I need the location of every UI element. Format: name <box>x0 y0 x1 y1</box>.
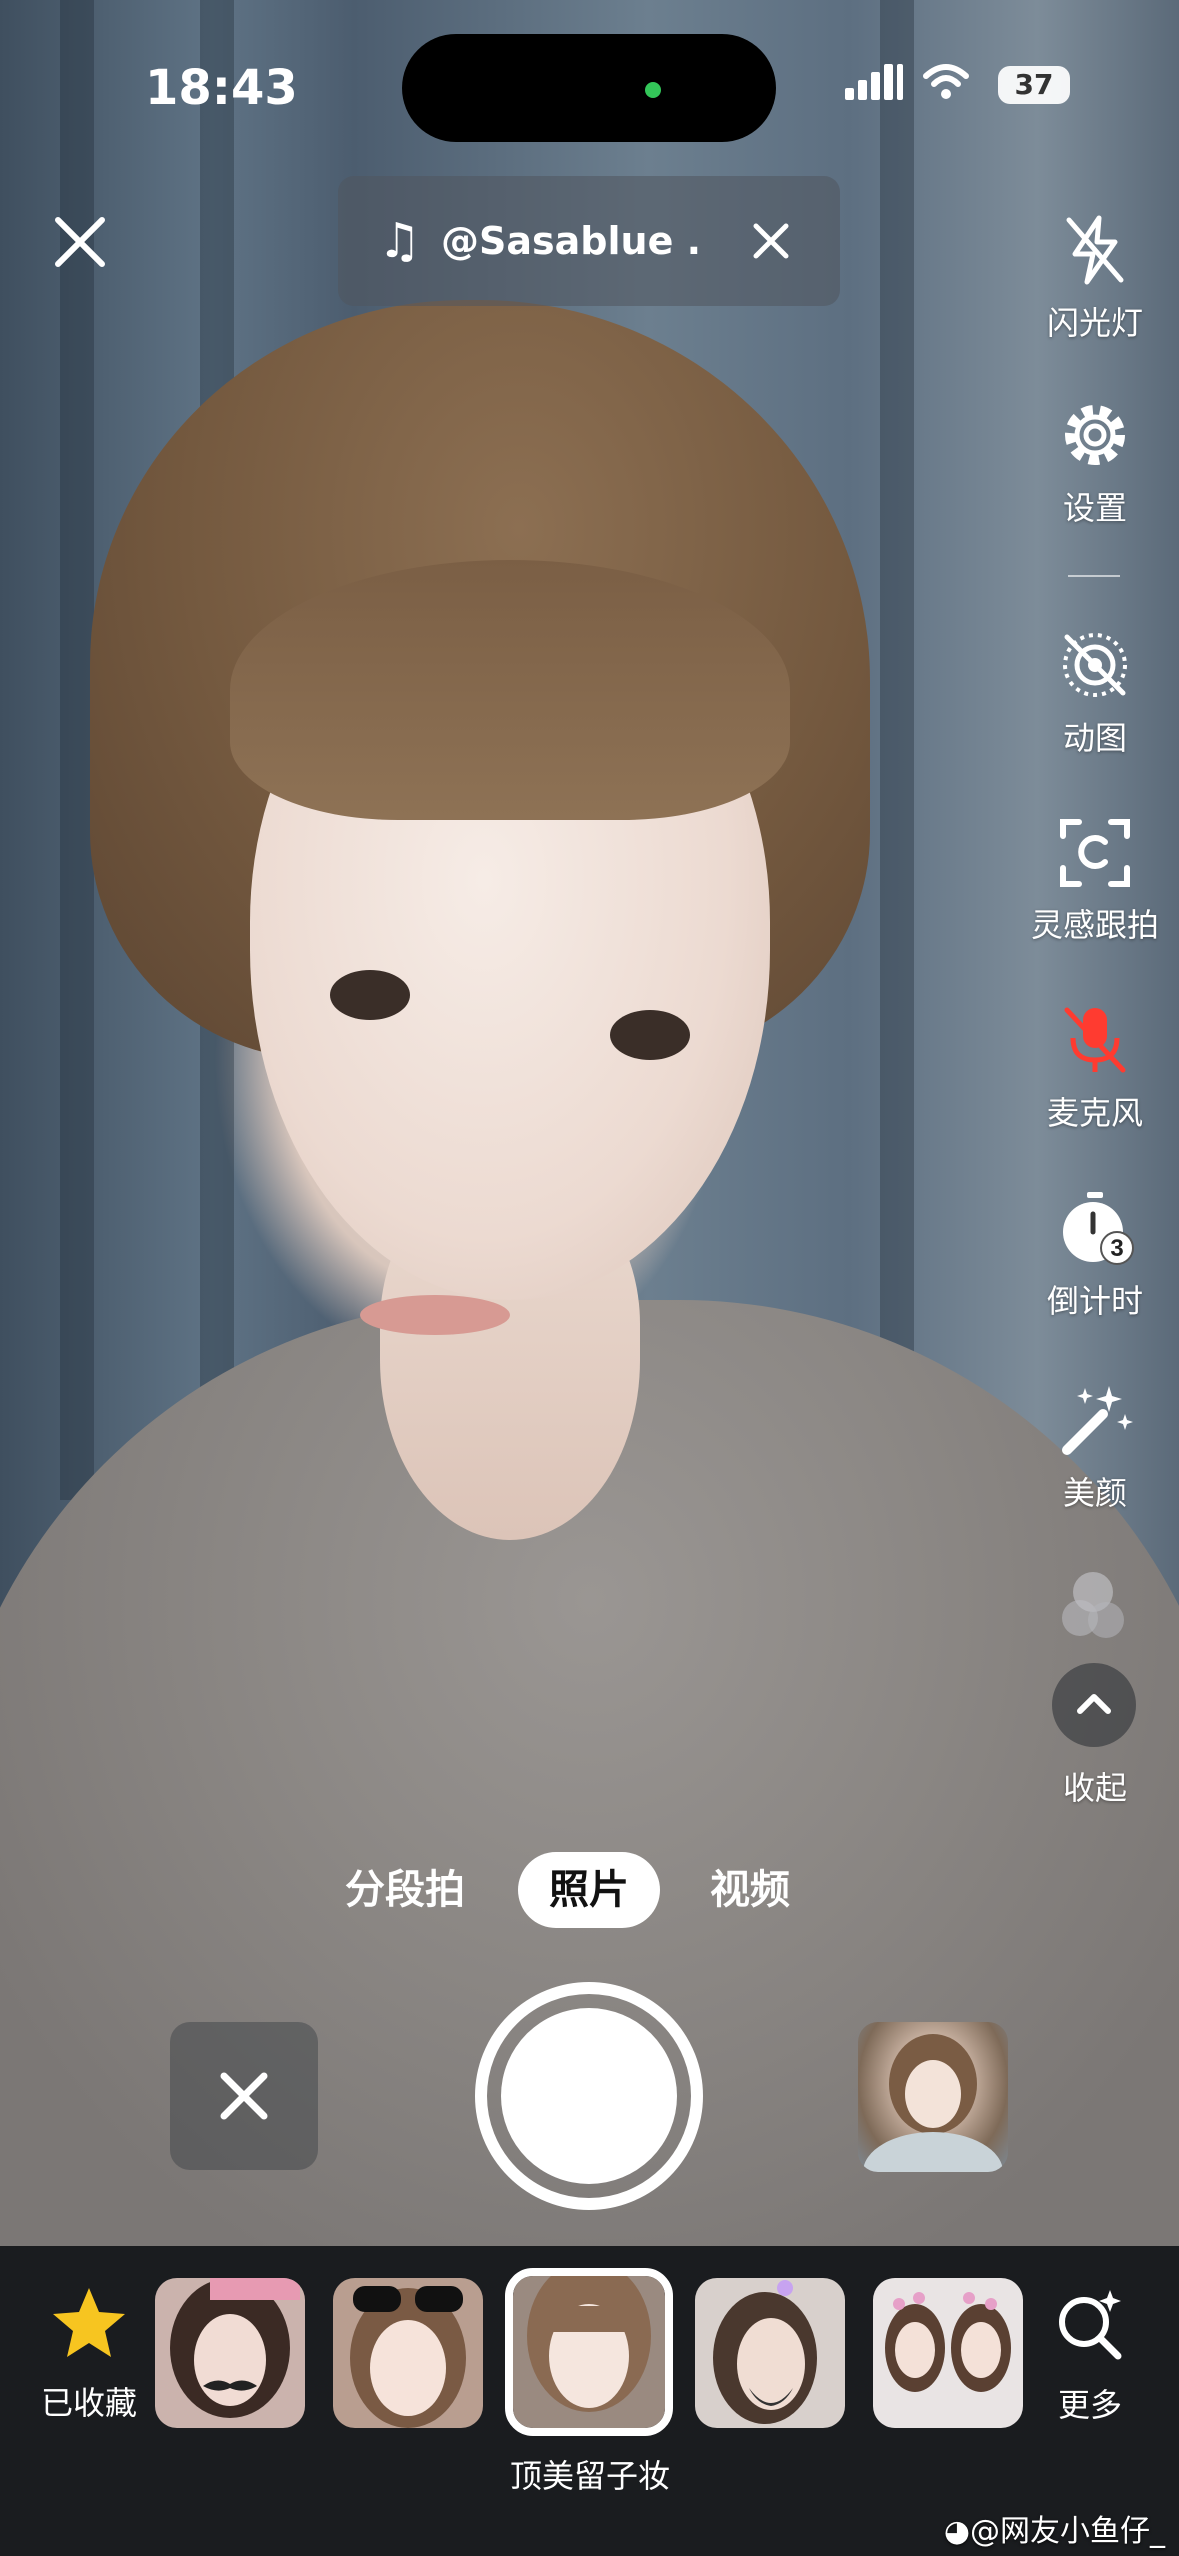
cellular-signal-icon <box>845 64 903 100</box>
sparkle-search-icon <box>1059 2290 1122 2360</box>
beauty-label: 美颜 <box>1062 1474 1127 1512</box>
subject-lips <box>360 1295 510 1335</box>
subject-eye <box>330 970 410 1020</box>
effect-thumbnail[interactable] <box>333 2278 483 2428</box>
effect-thumbnail[interactable] <box>873 2278 1023 2428</box>
effect-thumbnail-selected[interactable] <box>505 2268 673 2436</box>
watermark-text: @网友小鱼仔_ <box>970 2514 1165 2549</box>
mode-segment[interactable]: 分段拍 <box>330 1852 480 1928</box>
filter-stack-icon[interactable] <box>1058 1570 1128 1650</box>
gallery-preview-image <box>863 2034 1003 2172</box>
curtain-fold <box>880 0 914 1500</box>
timer-icon: 3 <box>1063 1192 1134 1265</box>
flash-label: 闪光灯 <box>1046 304 1143 342</box>
effect-thumbnail[interactable] <box>155 2278 305 2428</box>
effect-preview-makeup <box>513 2276 665 2428</box>
shutter-inner <box>501 2008 677 2184</box>
chevron-up-icon <box>1077 1694 1111 1714</box>
effect-preview-twins <box>873 2278 1023 2428</box>
more-effects-button[interactable]: 更多 <box>1040 2284 1140 2426</box>
settings-button[interactable]: 设置 <box>1020 395 1170 529</box>
watermark: ◕@网友小鱼仔_ <box>944 2506 1165 2550</box>
timer-seconds-badge: 3 <box>1110 1235 1123 1262</box>
mode-photo[interactable]: 照片 <box>518 1852 660 1928</box>
scan-frame-icon <box>1060 819 1130 887</box>
mode-video[interactable]: 视频 <box>695 1852 805 1928</box>
gif-button[interactable]: 动图 <box>1020 625 1170 759</box>
effect-preview-sunglasses <box>333 2278 483 2428</box>
camera-active-indicator <box>645 82 661 98</box>
tools-divider <box>1068 575 1120 577</box>
collapse-label-wrap: 收起 <box>1020 1755 1170 1809</box>
mic-label: 麦克风 <box>1046 1094 1143 1132</box>
close-camera-button[interactable] <box>50 212 110 272</box>
settings-label: 设置 <box>1062 489 1127 527</box>
shutter-button[interactable] <box>475 1982 703 2210</box>
effect-thumbnail[interactable] <box>695 2278 845 2428</box>
discard-effect-button[interactable] <box>170 2022 318 2170</box>
effect-preview-beard <box>695 2278 845 2428</box>
music-title: @Sasablue ... <box>441 219 702 263</box>
collapse-label: 收起 <box>1062 1769 1127 1807</box>
gif-label: 动图 <box>1062 719 1127 757</box>
more-label: 更多 <box>1057 2386 1122 2424</box>
flash-button[interactable]: 闪光灯 <box>1020 210 1170 344</box>
effect-preview-mustache <box>155 2278 305 2428</box>
battery-indicator: 37 <box>998 66 1070 104</box>
star-icon <box>53 2288 125 2357</box>
timer-label: 倒计时 <box>1046 1282 1143 1320</box>
live-photo-off-icon <box>1063 633 1127 697</box>
subject-fringe <box>230 560 790 820</box>
beauty-button[interactable]: 美颜 <box>1020 1380 1170 1514</box>
magic-wand-icon <box>1062 1386 1133 1455</box>
music-note-icon: ♫ <box>378 213 422 269</box>
effects-bar: 已收藏 顶美留子妆 更多 ◕@网友小鱼仔_ <box>0 2246 1179 2556</box>
subject-eye <box>610 1010 690 1060</box>
capture-mode-selector: 分段拍 照片 视频 <box>0 1852 1179 1932</box>
gear-icon <box>1065 405 1125 465</box>
music-selector[interactable]: ♫ @Sasablue ... <box>338 176 840 306</box>
mic-button[interactable]: 麦克风 <box>1020 1000 1170 1134</box>
collapse-button[interactable] <box>1052 1663 1136 1747</box>
wifi-icon <box>923 64 969 99</box>
remove-music-button[interactable] <box>746 216 796 266</box>
weibo-logo-icon: ◕ <box>943 2514 970 2549</box>
gallery-thumbnail[interactable] <box>858 2022 1008 2172</box>
selected-effect-label: 顶美留子妆 <box>509 2457 670 2495</box>
favorites-button[interactable]: 已收藏 <box>34 2284 144 2424</box>
inspiration-label: 灵感跟拍 <box>1030 906 1159 944</box>
flash-off-icon <box>1066 215 1124 285</box>
inspiration-button[interactable]: 灵感跟拍 <box>1020 812 1170 946</box>
close-icon <box>220 2072 268 2120</box>
status-time: 18:43 <box>145 60 298 116</box>
dynamic-island <box>402 34 776 142</box>
favorites-label: 已收藏 <box>40 2384 137 2422</box>
timer-button[interactable]: 3 倒计时 <box>1020 1188 1170 1322</box>
mic-off-icon <box>1064 1007 1126 1073</box>
